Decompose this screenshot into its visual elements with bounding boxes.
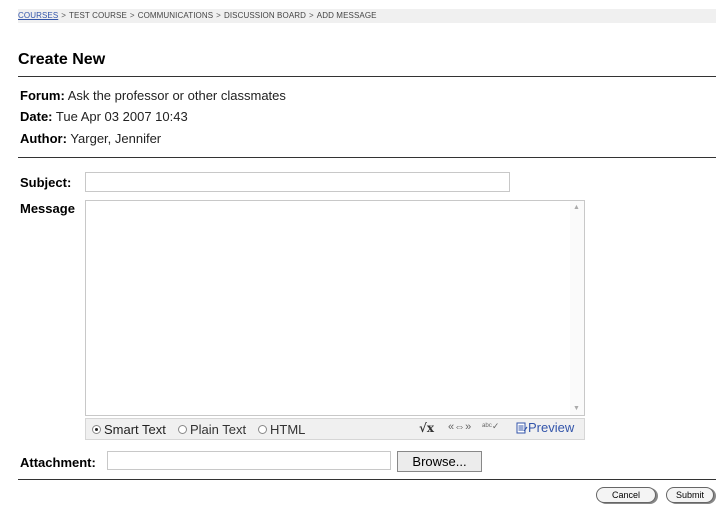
editor-toolbar: Smart Text Plain Text HTML √x «⇔» ᵃᵇᶜ✓ P… <box>85 418 585 440</box>
breadcrumb-link-courses[interactable]: COURSES <box>18 11 58 20</box>
subject-input[interactable] <box>85 172 510 192</box>
preview-label: Preview <box>528 420 575 435</box>
breadcrumb-separator: > <box>216 11 221 20</box>
math-formula-icon[interactable]: √x <box>419 421 434 435</box>
cancel-button[interactable]: Cancel <box>596 487 656 503</box>
message-textarea[interactable] <box>86 201 570 415</box>
page-title: Create New <box>18 51 106 68</box>
format-label-plain-text: Plain Text <box>190 422 247 437</box>
breadcrumb: COURSES > TEST COURSE > COMMUNICATIONS > DISCU… <box>18 9 716 23</box>
browse-button[interactable]: Browse... <box>397 451 482 472</box>
message-scrollbar[interactable]: ▲ ▼ <box>570 201 584 415</box>
meta-divider <box>18 157 716 158</box>
radio-smart-text[interactable] <box>92 425 101 434</box>
format-option-html[interactable]: HTML <box>258 422 305 437</box>
submit-button[interactable]: Submit <box>666 487 714 503</box>
breadcrumb-separator: > <box>61 11 67 20</box>
scroll-up-icon[interactable]: ▲ <box>573 204 580 211</box>
radio-html[interactable] <box>258 425 267 434</box>
forum-label: Forum: <box>20 88 65 103</box>
format-label-smart-text: Smart Text <box>104 422 166 437</box>
title-divider <box>18 76 716 77</box>
meta-forum: Forum: Ask the professor or other classm… <box>20 88 286 103</box>
meta-date: Date: Tue Apr 03 2007 10:43 <box>20 109 188 124</box>
subject-label: Subject: <box>20 175 72 190</box>
date-label: Date: <box>20 109 53 124</box>
radio-plain-text[interactable] <box>178 425 187 434</box>
breadcrumb-item-discussion-board: DISCUSSION BOARD <box>223 11 307 20</box>
author-value: Yarger, Jennifer <box>70 131 162 146</box>
breadcrumb-item-communications: COMMUNICATIONS <box>137 11 214 20</box>
preview-icon <box>516 422 528 433</box>
insert-link-icon[interactable]: «⇔» <box>448 421 471 433</box>
scroll-down-icon[interactable]: ▼ <box>573 405 580 412</box>
format-option-smart-text[interactable]: Smart Text <box>92 422 166 437</box>
attachment-input[interactable] <box>107 451 391 470</box>
breadcrumb-item-test-course: TEST COURSE <box>69 11 127 20</box>
format-label-html: HTML <box>270 422 306 437</box>
meta-author: Author: Yarger, Jennifer <box>20 131 161 146</box>
date-value: Tue Apr 03 2007 10:43 <box>55 109 188 124</box>
message-editor: ▲ ▼ <box>85 200 585 416</box>
message-label: Message <box>20 201 75 216</box>
format-option-plain-text[interactable]: Plain Text <box>178 422 246 437</box>
breadcrumb-item-add-message: ADD MESSAGE <box>316 11 377 20</box>
breadcrumb-separator: > <box>129 11 135 20</box>
breadcrumb-separator: > <box>309 11 314 20</box>
author-label: Author: <box>20 131 67 146</box>
form-divider <box>18 479 716 480</box>
attachment-label: Attachment: <box>20 455 96 470</box>
forum-value: Ask the professor or other classmates <box>67 88 286 103</box>
spellcheck-icon[interactable]: ᵃᵇᶜ✓ <box>482 421 499 432</box>
preview-button[interactable]: Preview <box>516 420 574 435</box>
